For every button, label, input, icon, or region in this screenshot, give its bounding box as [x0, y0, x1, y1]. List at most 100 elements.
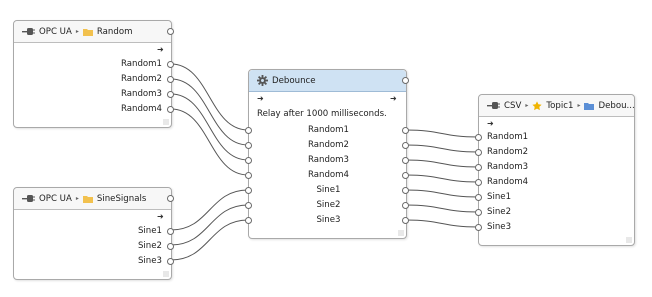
output-port-sine1[interactable]	[167, 228, 174, 235]
folder-icon	[82, 195, 93, 203]
input-port-random2[interactable]	[245, 142, 252, 149]
output-label-random1: Random1	[120, 59, 162, 69]
source-label: CSV	[504, 100, 522, 111]
opc-random-node[interactable]: OPC UA ▸ Random ➜ Random1 Random2 Random…	[13, 20, 174, 128]
input-port-sine3[interactable]	[245, 217, 252, 224]
connection-wire[interactable]	[405, 144, 479, 153]
connection-wire[interactable]	[170, 93, 249, 161]
input-port-sine2[interactable]	[245, 202, 252, 209]
folder-label: Random	[96, 26, 133, 37]
output-port-random4[interactable]	[402, 172, 409, 179]
input-port-sine1[interactable]	[245, 187, 252, 194]
input-label-sine2: Sine2	[487, 207, 512, 217]
port-label-random1: Random1	[307, 125, 350, 135]
connection-wire[interactable]	[405, 129, 479, 138]
folder-icon	[584, 102, 595, 110]
port-label-sine1: Sine1	[316, 185, 341, 195]
input-port-sine3[interactable]	[475, 224, 482, 231]
input-label-sine3: Sine3	[487, 222, 512, 232]
header-port[interactable]	[402, 77, 409, 84]
connection-wire[interactable]	[405, 219, 479, 228]
connection-wire[interactable]	[405, 189, 479, 198]
connection-wire[interactable]	[170, 63, 249, 131]
input-arrow-icon: ➜	[487, 119, 494, 128]
debounce-node[interactable]: Debounce ➜ ➜ Relay after 1000 millisecon…	[245, 69, 409, 239]
node-description: Relay after 1000 milliseconds.	[257, 109, 387, 119]
output-port-sine2[interactable]	[402, 202, 409, 209]
output-port-random3[interactable]	[402, 157, 409, 164]
output-arrow-icon: ➜	[157, 212, 164, 221]
input-port-sine1[interactable]	[475, 194, 482, 201]
folder-icon	[82, 28, 93, 36]
header-port[interactable]	[167, 195, 174, 202]
breadcrumb-separator-icon: ▸	[75, 28, 79, 35]
input-label-sine1: Sine1	[487, 192, 512, 202]
source-label: OPC UA	[39, 26, 72, 37]
opc-random-header[interactable]: OPC UA ▸ Random	[14, 21, 171, 43]
node-title: Debounce	[272, 75, 316, 86]
connection-wire[interactable]	[170, 219, 249, 261]
source-label: OPC UA	[39, 193, 72, 204]
connection-wire[interactable]	[170, 204, 249, 246]
output-port-sine1[interactable]	[402, 187, 409, 194]
opc-sine-node[interactable]: OPC UA ▸ SineSignals ➜ Sine1 Sine2 Sine3	[13, 187, 174, 280]
input-label-random4: Random4	[487, 177, 529, 187]
connection-wire[interactable]	[170, 78, 249, 146]
debounce-header[interactable]: Debounce	[249, 70, 406, 92]
folder-label: Debou...	[598, 100, 634, 111]
plug-icon	[22, 194, 35, 203]
resize-handle[interactable]	[626, 237, 632, 243]
connection-wire[interactable]	[405, 204, 479, 213]
output-label-sine2: Sine2	[137, 241, 162, 251]
breadcrumb-separator-icon: ▸	[75, 195, 79, 202]
input-port-random1[interactable]	[245, 127, 252, 134]
port-label-random4: Random4	[307, 170, 350, 180]
connection-wire[interactable]	[170, 108, 249, 176]
output-port-random4[interactable]	[167, 106, 174, 113]
input-port-random2[interactable]	[475, 149, 482, 156]
output-port-sine2[interactable]	[167, 243, 174, 250]
output-port-random1[interactable]	[167, 61, 174, 68]
port-label-sine2: Sine2	[316, 200, 341, 210]
output-label-random2: Random2	[120, 74, 162, 84]
input-label-random1: Random1	[487, 132, 529, 142]
port-label-sine3: Sine3	[316, 215, 341, 225]
output-port-random2[interactable]	[402, 142, 409, 149]
output-label-random4: Random4	[120, 104, 162, 114]
port-label-random3: Random3	[307, 155, 350, 165]
input-port-sine2[interactable]	[475, 209, 482, 216]
plug-icon	[22, 27, 35, 36]
output-port-sine3[interactable]	[167, 258, 174, 265]
csv-header[interactable]: CSV ▸ Topic1 ▸ Debou...	[479, 95, 634, 117]
folder-label: SineSignals	[96, 193, 147, 204]
connection-wire[interactable]	[405, 159, 479, 168]
opc-sine-header[interactable]: OPC UA ▸ SineSignals	[14, 188, 171, 210]
input-port-random3[interactable]	[475, 164, 482, 171]
input-port-random3[interactable]	[245, 157, 252, 164]
csv-node[interactable]: CSV ▸ Topic1 ▸ Debou... ➜ Random1 Random…	[475, 94, 635, 246]
resize-handle[interactable]	[163, 271, 169, 277]
input-port-random4[interactable]	[475, 179, 482, 186]
connection-wire[interactable]	[170, 189, 249, 231]
breadcrumb-separator-icon: ▸	[577, 102, 581, 109]
output-port-sine3[interactable]	[402, 217, 409, 224]
input-port-random1[interactable]	[475, 134, 482, 141]
output-arrow-icon: ➜	[157, 45, 164, 54]
gear-icon	[257, 75, 268, 86]
resize-handle[interactable]	[163, 119, 169, 125]
output-label-random3: Random3	[120, 89, 162, 99]
plug-icon	[487, 101, 500, 110]
output-port-random3[interactable]	[167, 91, 174, 98]
output-port-random1[interactable]	[402, 127, 409, 134]
header-port[interactable]	[167, 28, 174, 35]
port-label-random2: Random2	[307, 140, 350, 150]
output-port-random2[interactable]	[167, 76, 174, 83]
topic-label: Topic1	[546, 100, 574, 111]
resize-handle[interactable]	[398, 230, 404, 236]
output-label-sine1: Sine1	[137, 226, 162, 236]
input-port-random4[interactable]	[245, 172, 252, 179]
output-label-sine3: Sine3	[137, 256, 162, 266]
input-arrow-icon: ➜	[257, 94, 264, 103]
connection-wire[interactable]	[405, 174, 479, 183]
input-label-random2: Random2	[487, 147, 529, 157]
